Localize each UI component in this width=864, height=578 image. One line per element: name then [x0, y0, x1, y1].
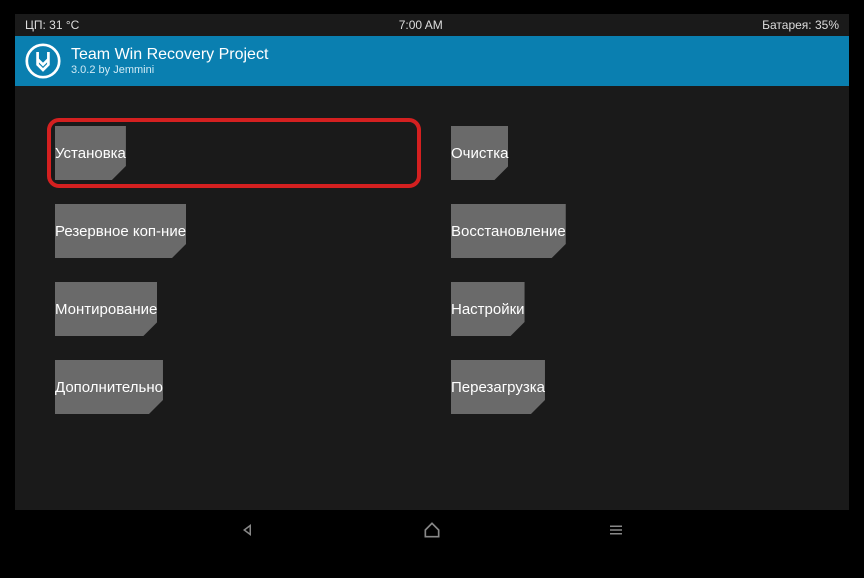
home-icon[interactable]	[420, 518, 444, 542]
reboot-button[interactable]: Перезагрузка	[451, 360, 545, 414]
app-subtitle: 3.0.2 by Jemmini	[71, 64, 268, 76]
app-header: Team Win Recovery Project 3.0.2 by Jemmi…	[15, 36, 849, 86]
menu-icon[interactable]	[604, 518, 628, 542]
install-button[interactable]: Установка	[55, 126, 126, 180]
twrp-logo-icon	[25, 43, 61, 79]
status-bar: ЦП: 31 °C 7:00 AM Батарея: 35%	[15, 14, 849, 36]
advanced-button[interactable]: Дополнительно	[55, 360, 163, 414]
cpu-temp: ЦП: 31 °C	[25, 18, 79, 32]
mount-button[interactable]: Монтирование	[55, 282, 157, 336]
settings-button[interactable]: Настройки	[451, 282, 525, 336]
back-icon[interactable]	[236, 518, 260, 542]
clock: 7:00 AM	[399, 18, 443, 32]
navigation-bar	[15, 510, 849, 550]
battery-level: Батарея: 35%	[762, 18, 839, 32]
wipe-button[interactable]: Очистка	[451, 126, 508, 180]
backup-button[interactable]: Резервное коп-ние	[55, 204, 186, 258]
app-title: Team Win Recovery Project	[71, 46, 268, 64]
main-menu: Установка Очистка Резервное коп-ние Восс…	[15, 86, 849, 434]
restore-button[interactable]: Восстановление	[451, 204, 566, 258]
